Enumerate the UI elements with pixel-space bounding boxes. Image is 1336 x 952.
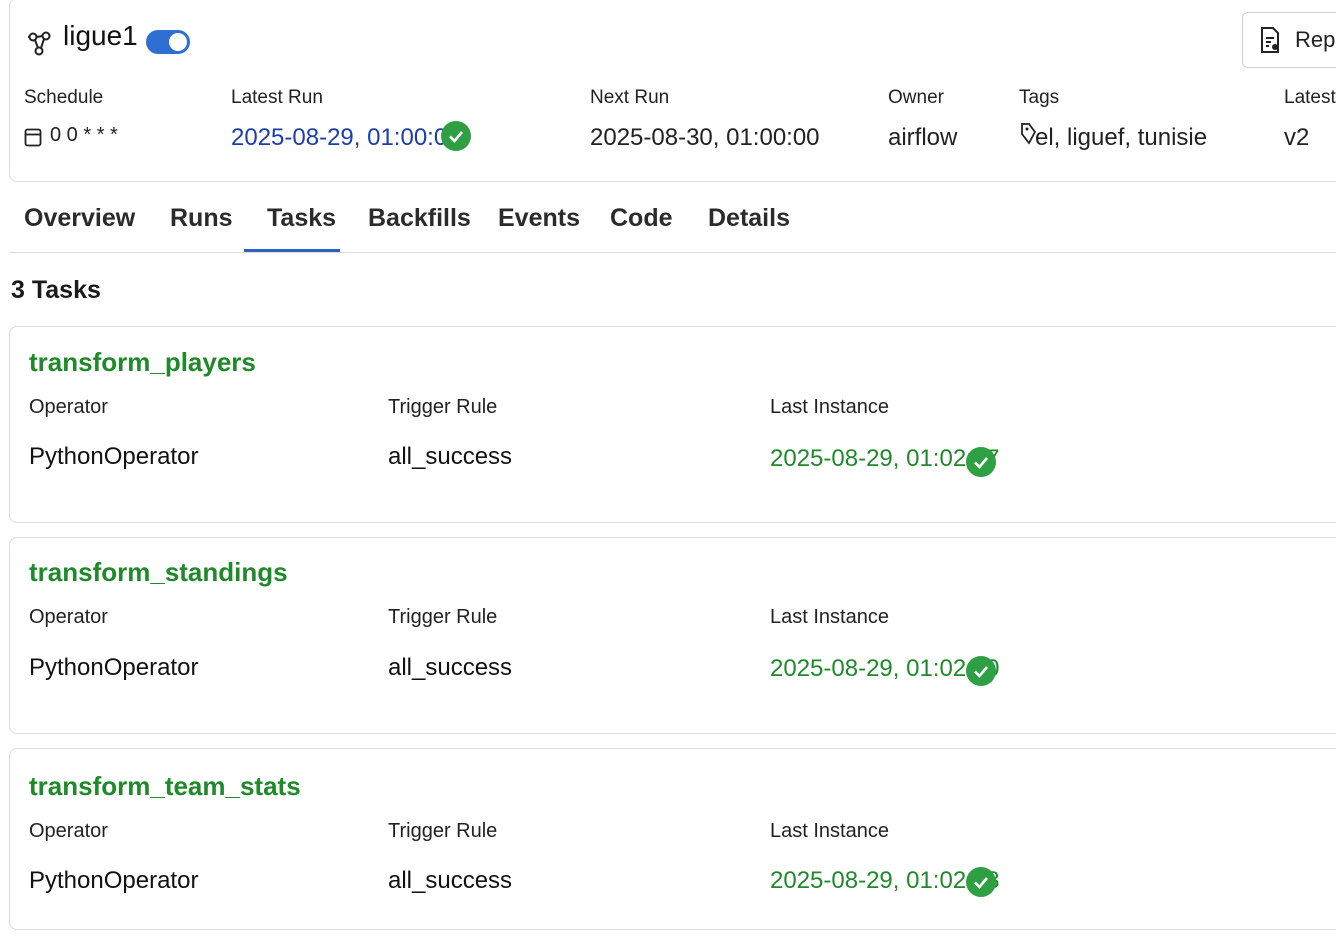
trigger-rule-value: all_success — [388, 443, 513, 470]
last-instance-label: Last Instance — [770, 606, 889, 628]
owner-value: airflow — [888, 124, 958, 151]
success-check-icon — [441, 121, 471, 151]
reparse-dag-button[interactable]: Repa — [1242, 12, 1336, 68]
owner-label: Owner — [888, 87, 944, 108]
pause-toggle[interactable] — [146, 30, 190, 54]
reparse-label: Repa — [1295, 27, 1336, 52]
trigger-rule-value: all_success — [388, 867, 513, 894]
tab-events[interactable]: Events — [498, 204, 580, 233]
tags-label: Tags — [1019, 87, 1060, 108]
latest-run-link[interactable]: 2025-08-29, 01:00:00 — [231, 124, 461, 152]
next-run-value: 2025-08-30, 01:00:00 — [590, 124, 820, 151]
tags-value: el, liguef, tunisie — [1035, 124, 1208, 151]
tab-backfills[interactable]: Backfills — [368, 204, 471, 233]
trigger-rule-label: Trigger Rule — [388, 396, 498, 418]
tab-details[interactable]: Details — [708, 204, 790, 233]
operator-label: Operator — [29, 396, 108, 418]
schedule-value: 0 0 * * * — [50, 124, 118, 146]
calendar-icon — [24, 128, 42, 147]
last-instance-label: Last Instance — [770, 820, 889, 842]
tab-bar: Overview Runs Tasks Backfills Events Cod… — [9, 196, 1336, 253]
last-instance-label: Last Instance — [770, 396, 889, 418]
latest-version-label: Latest — [1284, 87, 1336, 108]
operator-value: PythonOperator — [29, 443, 199, 470]
trigger-rule-label: Trigger Rule — [388, 606, 498, 628]
dag-header-card — [9, 0, 1336, 182]
tab-runs[interactable]: Runs — [170, 204, 233, 233]
tab-tasks[interactable]: Tasks — [267, 204, 336, 233]
operator-label: Operator — [29, 820, 108, 842]
operator-label: Operator — [29, 606, 108, 628]
trigger-rule-label: Trigger Rule — [388, 820, 498, 842]
last-instance-link[interactable]: 2025-08-29, 01:02:47 — [770, 445, 1000, 473]
task-name-link[interactable]: transform_players — [29, 347, 256, 378]
operator-value: PythonOperator — [29, 867, 199, 894]
tab-overview[interactable]: Overview — [24, 204, 135, 233]
success-check-icon — [966, 867, 996, 897]
trigger-rule-value: all_success — [388, 654, 513, 681]
task-name-link[interactable]: transform_standings — [29, 557, 288, 588]
schedule-label: Schedule — [24, 87, 104, 108]
file-reparse-icon — [1261, 27, 1279, 53]
task-count-heading: 3 Tasks — [11, 276, 101, 304]
success-check-icon — [966, 447, 996, 477]
success-check-icon — [966, 656, 996, 686]
latest-version-value: v2 — [1284, 124, 1310, 151]
active-tab-indicator — [244, 249, 340, 252]
tab-code[interactable]: Code — [610, 204, 673, 233]
dag-title: ligue1 — [63, 20, 138, 51]
next-run-label: Next Run — [590, 87, 670, 108]
task-name-link[interactable]: transform_team_stats — [29, 771, 301, 802]
dag-icon — [28, 31, 51, 56]
latest-run-label: Latest Run — [231, 87, 323, 108]
operator-value: PythonOperator — [29, 654, 199, 681]
